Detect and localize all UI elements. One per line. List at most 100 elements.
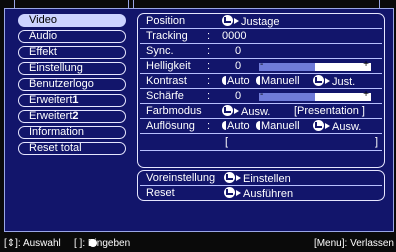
sidebar-item-information[interactable]: Information (18, 126, 126, 139)
helligkeit-slider[interactable]: - + (259, 59, 371, 71)
sidebar-item-effekt[interactable]: Effekt (18, 46, 126, 59)
radio-icon (256, 76, 260, 85)
colon: : (207, 90, 211, 102)
sidebar-item-label: Erweitert (29, 110, 73, 122)
option-label: Auto (227, 120, 250, 132)
sidebar-item-einstellung[interactable]: Einstellung (18, 62, 126, 75)
footer-exit-hint: [Menu]: Verlassen (313, 238, 394, 249)
farbmodus-value: [Presentation ] (294, 105, 365, 117)
divider (140, 133, 382, 134)
helligkeit-value: 0 (235, 60, 242, 72)
row-label-kontrast: Kontrast (146, 75, 187, 87)
reset-action[interactable]: Ausführen (224, 187, 293, 200)
projector-menu: Video Audio Effekt Einstellung Benutzerl… (0, 0, 396, 252)
option-label: Manuell (261, 75, 300, 87)
aufloesung-action[interactable]: Ausw. (313, 120, 361, 133)
aufloesung-manuell-option[interactable]: Manuell (256, 120, 300, 132)
divider (140, 43, 382, 44)
colon: : (207, 60, 211, 72)
voreinstellung-action[interactable]: Einstellen (224, 172, 291, 185)
slider-fill (259, 93, 315, 101)
action-label: Ausführen (243, 188, 294, 200)
position-action[interactable]: Justage (222, 15, 280, 28)
radio-icon (222, 121, 226, 130)
divider (140, 150, 382, 151)
sidebar-item-label: Erweitert (29, 94, 73, 106)
farbmodus-action[interactable]: Ausw. (222, 105, 270, 118)
action-label: Just. (332, 76, 356, 88)
sidebar-item-label: Audio (29, 30, 58, 42)
minus-icon: - (260, 59, 264, 70)
sidebar-item-label: Benutzerlogo (29, 78, 94, 90)
enter-icon (224, 172, 235, 183)
sidebar-item-erweitert-2[interactable]: Erweitert2 (18, 110, 126, 123)
row-label-helligkeit: Helligkeit (146, 60, 191, 72)
kontrast-auto-option[interactable]: Auto (222, 75, 250, 87)
plus-icon: + (363, 59, 369, 70)
row-label-voreinstellung: Voreinstellung (146, 172, 216, 184)
enter-icon (313, 120, 324, 131)
sidebar-item-audio[interactable]: Audio (18, 30, 126, 43)
slider-fill (259, 63, 315, 71)
bracket-close: ] (375, 136, 379, 148)
sidebar-item-label: Reset total (29, 142, 82, 154)
row-label-farbmodus: Farbmodus (146, 105, 202, 117)
option-label: Auto (227, 75, 250, 87)
sidebar-item-label: Effekt (29, 46, 57, 58)
aufloesung-auto-option[interactable]: Auto (222, 120, 250, 132)
radio-icon (222, 76, 226, 85)
plus-icon: + (363, 89, 369, 100)
action-label: Ausw. (241, 106, 271, 118)
colon: : (207, 30, 211, 42)
action-label: Ausw. (332, 121, 362, 133)
colon: : (207, 120, 211, 132)
colon: : (207, 45, 211, 57)
divider (140, 185, 382, 186)
radio-icon (256, 121, 260, 130)
divider (140, 28, 382, 29)
kontrast-manuell-option[interactable]: Manuell (256, 75, 300, 87)
enter-icon (224, 187, 235, 198)
arrow-right-icon (234, 18, 239, 24)
sidebar-item-label: Einstellung (29, 62, 83, 74)
bracket-open: [ (225, 136, 229, 148)
enter-icon (222, 15, 233, 26)
tracking-value[interactable]: 0000 (222, 30, 246, 42)
divider (140, 118, 382, 119)
sidebar-item-erweitert-1[interactable]: Erweitert1 (18, 94, 126, 107)
sidebar-item-video[interactable]: Video (18, 14, 126, 27)
schaerfe-slider[interactable]: - + (259, 89, 371, 101)
row-label-aufloesung: Auflösung (146, 120, 195, 132)
option-label: Manuell (261, 120, 300, 132)
enter-icon (222, 105, 233, 116)
schaerfe-value: 0 (235, 90, 242, 102)
arrow-right-icon (236, 175, 241, 181)
enter-icon (89, 239, 97, 247)
minus-icon: - (260, 89, 264, 100)
sidebar-item-reset-total[interactable]: Reset total (18, 142, 126, 155)
sidebar-item-label: Video (29, 14, 57, 26)
arrow-right-icon (234, 108, 239, 114)
colon: : (207, 75, 211, 87)
arrow-right-icon (325, 123, 330, 129)
sidebar-item-suffix: 2 (72, 110, 79, 122)
sidebar-item-benutzerlogo[interactable]: Benutzerlogo (18, 78, 126, 91)
frame-tick-right (379, 0, 380, 9)
kontrast-action[interactable]: Just. (313, 75, 355, 88)
arrow-right-icon (236, 190, 241, 196)
sidebar-item-suffix: 1 (72, 94, 79, 106)
row-label-sync: Sync. (146, 45, 174, 57)
row-label-reset: Reset (146, 187, 175, 199)
frame-tick-mid2 (133, 0, 134, 9)
enter-icon (313, 75, 324, 86)
action-label: Einstellen (243, 173, 291, 185)
frame-tick-left (14, 0, 15, 9)
divider (140, 103, 382, 104)
arrow-right-icon (325, 78, 330, 84)
row-label-tracking: Tracking (146, 30, 188, 42)
row-label-position: Position (146, 15, 186, 27)
sync-value[interactable]: 0 (235, 45, 241, 57)
row-label-schaerfe: Schärfe (146, 90, 184, 102)
footer-bar: [⇕]: Auswahl [ ]: Eingeben [Menu]: Verla… (0, 235, 396, 252)
footer-enter-hint: [ ]: Eingeben (74, 238, 131, 249)
